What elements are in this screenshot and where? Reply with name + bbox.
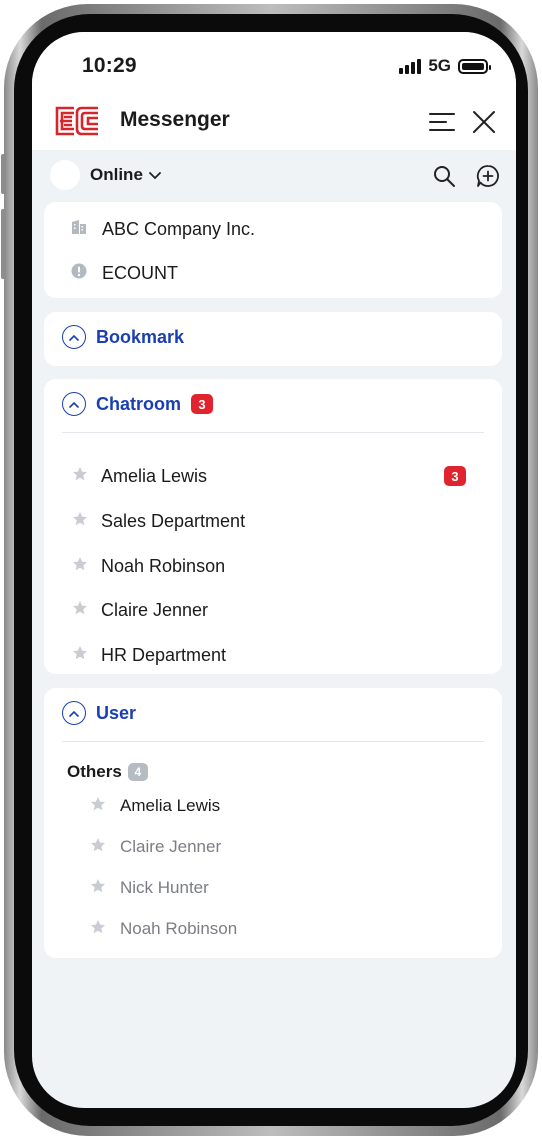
chatroom-item[interactable]: Claire Jenner	[72, 595, 474, 625]
chatroom-name: Sales Department	[101, 510, 246, 531]
presence-label: Online	[90, 165, 143, 184]
user-group-header[interactable]: Others 4	[67, 762, 148, 782]
company-card: ABC Company Inc. ECOUNT	[44, 202, 502, 298]
bookmark-section: Bookmark	[44, 312, 502, 366]
company-item[interactable]: ABC Company Inc.	[70, 218, 255, 241]
side-button	[1, 209, 6, 279]
chatroom-item[interactable]: Amelia Lewis 3	[72, 461, 474, 491]
battery-icon	[458, 58, 491, 74]
avatar[interactable]	[50, 160, 80, 190]
divider	[62, 432, 484, 433]
info-icon	[70, 262, 88, 285]
chevron-up-icon	[62, 325, 86, 349]
new-chat-icon[interactable]	[474, 162, 502, 190]
search-icon[interactable]	[430, 162, 458, 190]
app-bar: Messenger	[32, 98, 516, 150]
chatroom-item[interactable]: Sales Department	[72, 506, 474, 536]
star-icon[interactable]	[90, 878, 106, 899]
section-title: Chatroom	[96, 393, 181, 414]
presence-dropdown[interactable]: Online	[90, 165, 161, 185]
company-label: ABC Company Inc.	[102, 219, 256, 239]
group-label: Others	[67, 762, 122, 781]
chatroom-item[interactable]: Noah Robinson	[72, 551, 474, 581]
bookmark-toggle[interactable]: Bookmark	[62, 325, 184, 349]
section-title: User	[96, 702, 137, 723]
divider	[62, 741, 484, 742]
status-time: 10:29	[82, 54, 137, 77]
chevron-down-icon	[149, 165, 161, 185]
chevron-up-icon	[62, 701, 86, 725]
network-label: 5G	[428, 56, 451, 75]
building-icon	[70, 218, 88, 241]
chatroom-name: Noah Robinson	[101, 555, 226, 576]
user-toggle[interactable]: User	[62, 701, 136, 725]
chatroom-name: Claire Jenner	[101, 599, 209, 620]
signal-icon	[399, 58, 422, 74]
close-icon[interactable]	[468, 106, 500, 138]
status-indicators: 5G	[399, 56, 491, 76]
user-item[interactable]: Nick Hunter	[90, 873, 209, 903]
star-icon[interactable]	[72, 511, 88, 532]
unread-badge: 3	[444, 466, 466, 486]
user-name: Nick Hunter	[120, 878, 209, 897]
chatroom-name: HR Department	[101, 644, 227, 665]
chatroom-item[interactable]: HR Department	[72, 640, 474, 670]
chatroom-name: Amelia Lewis	[101, 465, 208, 486]
star-icon[interactable]	[72, 600, 88, 621]
ecount-logo	[54, 105, 100, 142]
user-name: Noah Robinson	[120, 919, 238, 938]
star-icon[interactable]	[90, 919, 106, 940]
user-name: Amelia Lewis	[120, 796, 221, 815]
user-name: Claire Jenner	[120, 837, 222, 856]
menu-icon[interactable]	[426, 106, 458, 138]
app-title: Messenger	[120, 108, 230, 131]
user-section: User Others 4 Amelia Lewis Claire Jenner…	[44, 688, 502, 958]
star-icon[interactable]	[72, 556, 88, 577]
star-icon[interactable]	[90, 837, 106, 858]
presence-row: Online	[32, 150, 516, 202]
company-item[interactable]: ECOUNT	[70, 262, 178, 285]
star-icon[interactable]	[72, 645, 88, 666]
user-item[interactable]: Amelia Lewis	[90, 791, 220, 821]
user-item[interactable]: Claire Jenner	[90, 832, 221, 862]
status-bar: 10:29 5G	[32, 32, 516, 98]
unread-badge: 3	[191, 394, 213, 414]
chatroom-section: Chatroom 3 Amelia Lewis 3 Sales Departme…	[44, 379, 502, 674]
screen: 10:29 5G Messenger Online ABC Company In…	[32, 32, 516, 1108]
user-item[interactable]: Noah Robinson	[90, 914, 237, 944]
company-label: ECOUNT	[102, 263, 178, 283]
side-button	[1, 154, 6, 194]
star-icon[interactable]	[90, 796, 106, 817]
group-count-badge: 4	[127, 763, 148, 781]
section-title: Bookmark	[96, 326, 185, 347]
chevron-up-icon	[62, 392, 86, 416]
chatroom-toggle[interactable]: Chatroom 3	[62, 392, 213, 416]
star-icon[interactable]	[72, 466, 88, 487]
